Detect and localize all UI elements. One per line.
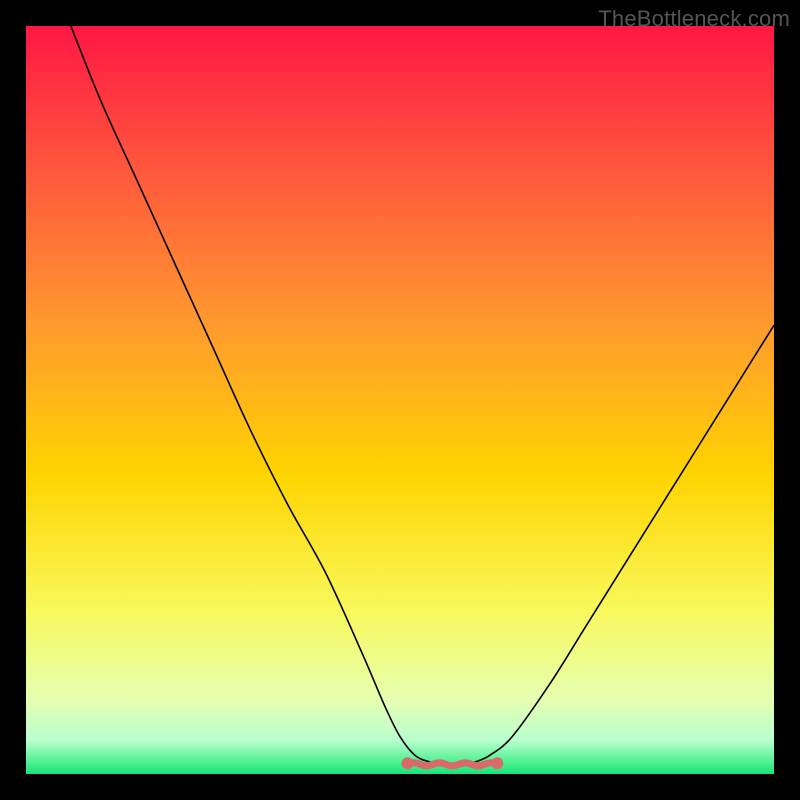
watermark-text: TheBottleneck.com xyxy=(598,6,790,32)
gradient-background xyxy=(26,26,774,774)
plot-area xyxy=(26,26,774,774)
chart-stage: TheBottleneck.com xyxy=(0,0,800,800)
chart-svg xyxy=(26,26,774,774)
